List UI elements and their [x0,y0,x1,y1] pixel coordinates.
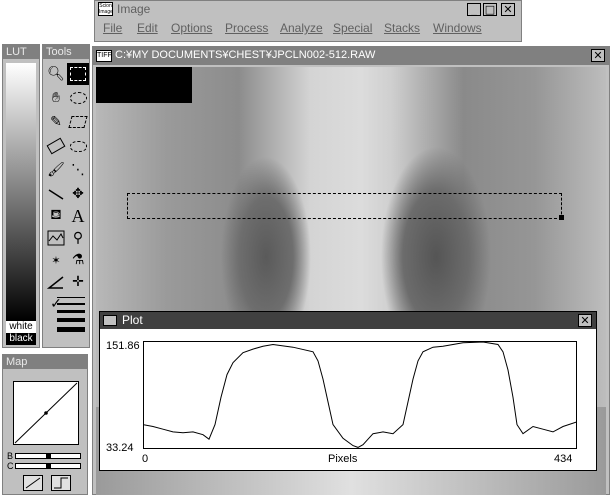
tools-panel: Tools 🔍︎ ✋︎ ✎ 🖌︎ ⋱ ✥ ⛾ A ⚲ ✶ ⚗ ✛ ✓ [42,44,90,348]
y-min-label: 33.24 [106,442,134,454]
minimize-button[interactable]: _ [467,3,481,16]
image-app-window: Scion Image Image _ □ ✕ File Edit Option… [94,0,522,42]
x-end-label: 434 [554,453,573,465]
maximize-button[interactable]: □ [483,3,497,16]
menu-stacks[interactable]: Stacks [384,21,420,35]
crosshair-tool-icon[interactable]: ✛ [67,271,89,293]
plot-window-icon [103,315,117,326]
lut-title: LUT [3,45,39,59]
freehand-select-tool-icon[interactable] [67,135,89,157]
tiff-badge-icon: TIFF [96,50,112,62]
plot-window: Plot ✕ 151.86 33.24 0 Pixels 434 [99,311,597,471]
y-max-label: 151.86 [106,340,140,352]
menu-edit[interactable]: Edit [137,21,158,35]
lut-panel: LUT white black [2,44,40,348]
map-title: Map [3,355,87,369]
contrast-label: C [7,461,14,471]
contrast-slider[interactable] [15,463,81,469]
menu-process[interactable]: Process [225,21,268,35]
brightness-label: B [7,451,14,461]
stamp-tool-icon[interactable]: ⚲ [67,227,89,249]
menu-options[interactable]: Options [171,21,212,35]
hand-tool-icon[interactable]: ✋︎ [45,87,67,109]
oval-select-tool-icon[interactable] [67,87,89,109]
text-tool-icon[interactable]: A [67,205,89,227]
menu-file[interactable]: File [103,21,122,35]
x-start-label: 0 [142,453,149,465]
brightness-slider[interactable] [15,453,81,459]
profile-plot[interactable] [143,341,577,449]
app-icon[interactable]: Scion Image [98,2,113,16]
lut-white-label: white [6,321,36,333]
rect-select-tool-icon[interactable] [67,63,89,85]
lut-gradient[interactable] [6,63,36,321]
menu-analyze[interactable]: Analyze [280,21,323,35]
polygon-select-tool-icon[interactable] [67,111,89,133]
line-width-selector[interactable] [57,295,85,343]
line-tool-icon[interactable] [45,183,67,205]
app-title: Image [117,2,151,16]
threshold-map-button[interactable] [51,475,71,491]
plot-title-bar: Plot ✕ [100,312,596,329]
profile-tool-icon[interactable] [45,227,67,249]
eraser-tool-icon[interactable] [45,135,67,157]
doc-title: C:¥MY DOCUMENTS¥CHEST¥JPCLN002-512.RAW [115,49,376,61]
spray-tool-icon[interactable]: ✶ [45,249,67,271]
doc-title-bar: TIFF C:¥MY DOCUMENTS¥CHEST¥JPCLN002-512.… [93,47,609,65]
doc-close-button[interactable]: ✕ [591,49,605,62]
scroll-tool-icon[interactable]: ✥ [67,183,89,205]
black-corner-region [96,67,192,103]
menu-windows[interactable]: Windows [433,21,482,35]
plot-title: Plot [122,313,143,327]
lut-black-label: black [6,333,36,345]
pencil-tool-icon[interactable]: ✎ [45,111,67,133]
brush-tool-icon[interactable]: 🖌︎ [45,159,67,181]
menu-special[interactable]: Special [333,21,372,35]
fill-tool-icon[interactable]: ⛾ [45,205,67,227]
angle-tool-icon[interactable] [45,271,67,293]
selection-handle[interactable] [559,215,564,220]
close-button[interactable]: ✕ [501,3,515,16]
tools-title: Tools [43,45,89,59]
magnifier-tool-icon[interactable]: 🔍︎ [45,63,67,85]
map-curve[interactable] [13,381,79,445]
selection-rectangle[interactable] [127,193,562,219]
plot-frame [143,341,577,449]
x-axis-title: Pixels [328,453,358,465]
wand-tool-icon[interactable]: ⋱ [67,159,89,181]
map-panel: Map B C [2,354,88,495]
linear-map-button[interactable] [23,475,43,491]
plot-close-button[interactable]: ✕ [578,314,592,327]
eyedropper-tool-icon[interactable]: ⚗ [67,249,89,271]
